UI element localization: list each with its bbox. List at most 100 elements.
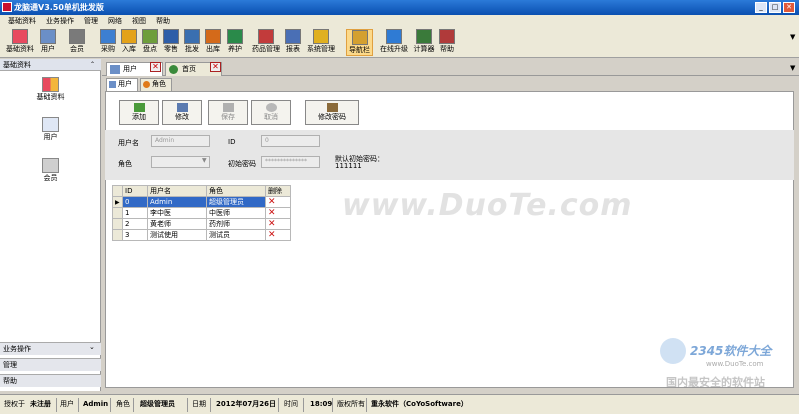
toolbar-basic-data[interactable]: 基础资料 xyxy=(5,29,35,56)
maintenance-icon xyxy=(227,29,243,44)
sidebar: 基础资料 ⌃ 基础资料 用户 会员 业务操作 ⌄ 管理 帮助 xyxy=(0,59,101,391)
menu-basic-data[interactable]: 基础资料 xyxy=(8,15,36,27)
table-row[interactable]: ▶ 0 Admin 超级管理员 ✕ xyxy=(112,196,291,208)
subtab-user[interactable]: 用户 xyxy=(106,78,138,91)
table-row[interactable]: 2 黄老师 药剂师 ✕ xyxy=(112,218,291,230)
purchase-icon xyxy=(100,29,116,44)
watermark-slogan: 国内最安全的软件站 xyxy=(666,376,765,389)
column-header[interactable]: 用户名 xyxy=(147,185,207,197)
sidebar-item-user[interactable]: 用户 xyxy=(0,117,101,142)
toolbar-member[interactable]: 会员 xyxy=(67,29,87,56)
menu-manage[interactable]: 管理 xyxy=(84,15,98,27)
date-value: 2012年07月26日 xyxy=(216,400,276,408)
menu-help[interactable]: 帮助 xyxy=(156,15,170,27)
retail-icon xyxy=(163,29,179,44)
id-field[interactable]: 0 xyxy=(261,135,320,147)
cell-role[interactable]: 中医师 xyxy=(206,207,266,219)
toolbar-purchase[interactable]: 采购 xyxy=(99,29,117,56)
table-row[interactable]: 1 李中医 中医师 ✕ xyxy=(112,207,291,219)
toolbar-navigation[interactable]: 导航栏 xyxy=(346,29,373,56)
toolbar-inventory[interactable]: 盘点 xyxy=(141,29,159,56)
close-button[interactable]: ✕ xyxy=(783,2,795,13)
user-value: Admin xyxy=(83,400,109,408)
toolbar-drug-manage[interactable]: 药品管理 xyxy=(251,29,281,56)
toolbar-stock-in[interactable]: 入库 xyxy=(120,29,138,56)
delete-icon[interactable]: ✕ xyxy=(265,229,291,241)
role-value: 超级管理员 xyxy=(140,400,175,408)
tab-list-icon[interactable]: ▼ xyxy=(790,64,795,72)
document-tabs: 用户 ✕ 首页 ✕ ▼ xyxy=(102,61,799,76)
user-label: 用户 xyxy=(60,400,74,408)
window-title: 龙脑通V3.50单机批发版 xyxy=(14,3,104,12)
table-row[interactable]: 3 测试使用 测试员 ✕ xyxy=(112,229,291,241)
sidebar-item-basic-data[interactable]: 基础资料 xyxy=(0,77,101,102)
maximize-button[interactable]: □ xyxy=(769,2,781,13)
toolbar-maintenance[interactable]: 养护 xyxy=(226,29,244,56)
change-password-button[interactable]: 修改密码 xyxy=(305,100,359,125)
toolbar-overflow-icon[interactable]: ▼ xyxy=(790,33,795,41)
role-icon xyxy=(143,81,150,88)
status-bar: 授权于 未注册 用户 Admin 角色 超级管理员 日期 2012年07月26日… xyxy=(0,394,799,414)
toolbar-user[interactable]: 用户 xyxy=(38,29,58,56)
sidebar-section-help[interactable]: 帮助 xyxy=(0,374,101,387)
sidebar-section-business[interactable]: 业务操作 xyxy=(0,342,101,355)
toolbar-report[interactable]: 报表 xyxy=(284,29,302,56)
toolbar-wholesale[interactable]: 批发 xyxy=(183,29,201,56)
cell-role[interactable]: 超级管理员 xyxy=(206,196,266,208)
toolbar-system-manage[interactable]: 系统管理 xyxy=(305,29,337,56)
toolbar-calculator[interactable]: 计算器 xyxy=(412,29,436,56)
delete-icon[interactable]: ✕ xyxy=(265,207,291,219)
menu-bar: 基础资料 业务操作 管理 网络 视图 帮助 xyxy=(0,15,799,27)
user-card-icon xyxy=(109,81,116,88)
tab-home-close-icon[interactable]: ✕ xyxy=(210,62,221,72)
cancel-button[interactable]: 取消 xyxy=(251,100,291,125)
add-button[interactable]: 添加 xyxy=(119,100,159,125)
copyright-value: 重永软件（CoYoSoftware） xyxy=(371,400,468,408)
cell-role[interactable]: 药剂师 xyxy=(206,218,266,230)
delete-icon[interactable]: ✕ xyxy=(265,196,291,208)
edit-icon xyxy=(176,103,188,112)
row-indicator xyxy=(112,207,123,219)
chevron-down-icon[interactable]: ▼ xyxy=(202,157,207,164)
toolbar-stock-out[interactable]: 出库 xyxy=(204,29,222,56)
delete-icon[interactable]: ✕ xyxy=(265,218,291,230)
time-label: 时间 xyxy=(284,400,298,408)
row-indicator-header xyxy=(112,185,123,197)
sidebar-section-manage[interactable]: 管理 xyxy=(0,358,101,371)
user-card-icon xyxy=(40,29,56,44)
chevron-down-icon[interactable]: ⌄ xyxy=(89,343,95,351)
cell-id[interactable]: 3 xyxy=(122,229,148,241)
save-button[interactable]: 保存 xyxy=(208,100,248,125)
edit-button[interactable]: 修改 xyxy=(162,100,202,125)
menu-network[interactable]: 网络 xyxy=(108,15,122,27)
navigation-icon xyxy=(351,30,368,45)
cell-name[interactable]: 测试使用 xyxy=(147,229,207,241)
collapse-icon[interactable]: ⌃ xyxy=(90,61,95,68)
upgrade-globe-icon xyxy=(386,29,402,44)
column-header[interactable]: ID xyxy=(122,185,148,197)
column-header[interactable]: 角色 xyxy=(206,185,266,197)
cell-id[interactable]: 1 xyxy=(122,207,148,219)
member-icon xyxy=(42,158,59,173)
cell-name[interactable]: 黄老师 xyxy=(147,218,207,230)
cell-name[interactable]: 李中医 xyxy=(147,207,207,219)
menu-view[interactable]: 视图 xyxy=(132,15,146,27)
cell-role[interactable]: 测试员 xyxy=(206,229,266,241)
subtab-role[interactable]: 角色 xyxy=(140,78,172,91)
cell-name[interactable]: Admin xyxy=(147,196,207,208)
cell-id[interactable]: 0 xyxy=(122,196,148,208)
id-label: ID xyxy=(228,138,236,146)
minimize-button[interactable]: _ xyxy=(755,2,767,13)
menu-business[interactable]: 业务操作 xyxy=(46,15,74,27)
cell-id[interactable]: 2 xyxy=(122,218,148,230)
toolbar-retail[interactable]: 零售 xyxy=(162,29,180,56)
column-header[interactable]: 删除 xyxy=(265,185,291,197)
role-label: 角色 xyxy=(116,400,130,408)
username-field[interactable]: Admin xyxy=(151,135,210,147)
tab-user-close-icon[interactable]: ✕ xyxy=(150,62,161,72)
toolbar-help[interactable]: 帮助 xyxy=(438,29,456,56)
initial-password-field[interactable]: ************** xyxy=(261,156,320,168)
toolbar-online-upgrade[interactable]: 在线升级 xyxy=(378,29,410,56)
add-icon xyxy=(133,103,145,112)
sidebar-item-member[interactable]: 会员 xyxy=(0,158,101,183)
